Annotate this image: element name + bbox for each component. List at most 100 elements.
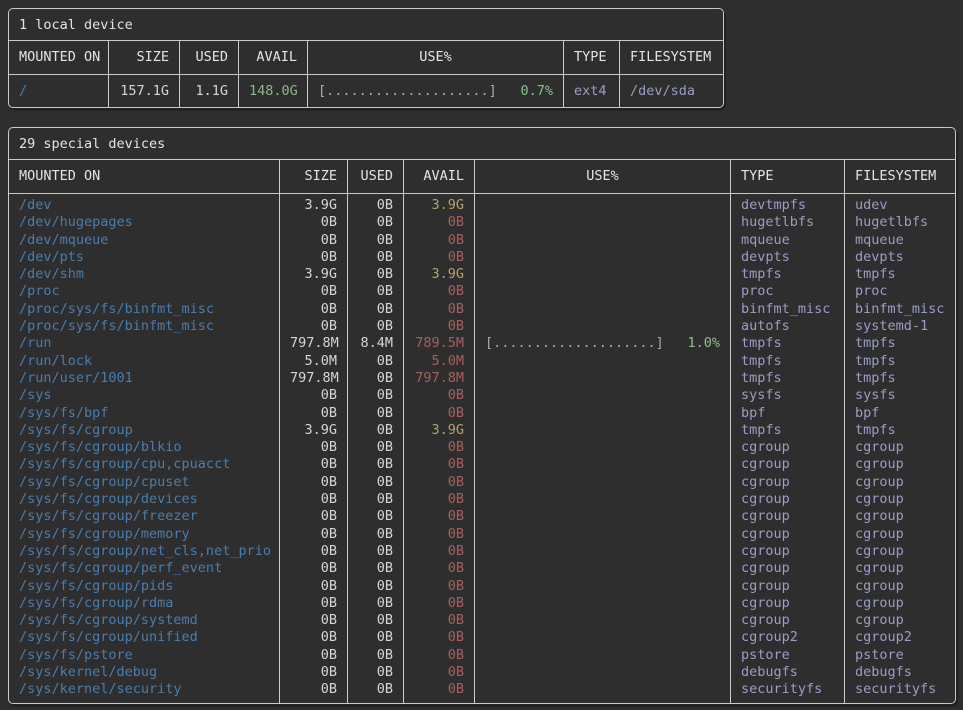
mounted-on-cell: /sys/fs/cgroup [9, 422, 280, 439]
column-header-filesystem: FILESYSTEM [620, 41, 723, 74]
type-cell: sysfs [731, 387, 845, 404]
mounted-on-cell: / [9, 75, 109, 107]
table-row: /dev/hugepages0B0B0Bhugetlbfshugetlbfs [9, 214, 955, 231]
table-row: /sys/fs/cgroup/unified0B0B0Bcgroup2cgrou… [9, 629, 955, 646]
type-cell: tmpfs [731, 370, 845, 387]
used-cell: 0B [348, 647, 404, 664]
table-title: 29 special devices [9, 128, 955, 160]
used-cell: 1.1G [180, 75, 239, 107]
table-row: /run797.8M8.4M789.5M[...................… [9, 335, 955, 352]
avail-cell: 0B [404, 543, 475, 560]
terminal-screen: 1 local device MOUNTED ONSIZEUSEDAVAILUS… [0, 0, 963, 710]
table-1-rows: /dev3.9G0B3.9Gdevtmpfsudev/dev/hugepages… [9, 194, 955, 703]
table-row: /dev/mqueue0B0B0Bmqueuemqueue [9, 232, 955, 249]
mounted-on-cell: /sys/fs/cgroup/net_cls,net_prio [9, 543, 280, 560]
use-percent-cell [475, 578, 731, 595]
table-row: /sys/fs/cgroup3.9G0B3.9Gtmpfstmpfs [9, 422, 955, 439]
mounted-on-cell: /sys/fs/cgroup/rdma [9, 595, 280, 612]
avail-cell: 797.8M [404, 370, 475, 387]
used-cell: 0B [348, 266, 404, 283]
avail-cell: 0B [404, 664, 475, 681]
used-cell: 0B [348, 629, 404, 646]
mounted-on-cell: /sys/kernel/debug [9, 664, 280, 681]
size-cell: 0B [280, 405, 348, 422]
avail-cell: 3.9G [404, 266, 475, 283]
mounted-on-cell: /sys/fs/cgroup/systemd [9, 612, 280, 629]
filesystem-cell: cgroup [845, 474, 955, 491]
mounted-on-cell: /sys/fs/cgroup/perf_event [9, 560, 280, 577]
avail-cell: 5.0M [404, 353, 475, 370]
table-title: 1 local device [9, 9, 723, 41]
use-percent-cell [475, 456, 731, 473]
table-0-rows: /157.1G1.1G148.0G[....................]0… [9, 75, 723, 107]
use-percent-cell [475, 249, 731, 266]
mounted-on-cell: /dev [9, 194, 280, 214]
used-cell: 8.4M [348, 335, 404, 352]
column-header-mounted-on: MOUNTED ON [9, 160, 280, 193]
filesystem-cell: proc [845, 283, 955, 300]
mounted-on-cell: /dev/pts [9, 249, 280, 266]
avail-cell: 0B [404, 578, 475, 595]
used-cell: 0B [348, 508, 404, 525]
use-percent-cell [475, 612, 731, 629]
used-cell: 0B [348, 405, 404, 422]
size-cell: 0B [280, 629, 348, 646]
column-header-use-: USE% [475, 160, 731, 193]
table-row: /sys/fs/cgroup/memory0B0B0Bcgroupcgroup [9, 526, 955, 543]
size-cell: 0B [280, 387, 348, 404]
size-cell: 0B [280, 491, 348, 508]
filesystem-cell: cgroup [845, 595, 955, 612]
table-row: /sys0B0B0Bsysfssysfs [9, 387, 955, 404]
used-cell: 0B [348, 664, 404, 681]
column-header-used: USED [180, 41, 239, 74]
use-percent-cell [475, 629, 731, 646]
table-row: /proc/sys/fs/binfmt_misc0B0B0Bautofssyst… [9, 318, 955, 335]
use-percent-cell [475, 387, 731, 404]
mounted-on-cell: /sys/fs/pstore [9, 647, 280, 664]
filesystem-cell: securityfs [845, 681, 955, 702]
column-header-use-: USE% [308, 41, 564, 74]
avail-cell: 0B [404, 560, 475, 577]
type-cell: cgroup2 [731, 629, 845, 646]
size-cell: 0B [280, 664, 348, 681]
mounted-on-cell: /sys [9, 387, 280, 404]
type-cell: debugfs [731, 664, 845, 681]
mounted-on-cell: /run/user/1001 [9, 370, 280, 387]
table-0-header: MOUNTED ONSIZEUSEDAVAILUSE%TYPEFILESYSTE… [9, 41, 723, 75]
size-cell: 0B [280, 508, 348, 525]
size-cell: 0B [280, 595, 348, 612]
mounted-on-cell: /dev/hugepages [9, 214, 280, 231]
column-header-type: TYPE [731, 160, 845, 193]
filesystem-cell: pstore [845, 647, 955, 664]
type-cell: ext4 [564, 75, 620, 107]
filesystem-cell: devpts [845, 249, 955, 266]
usage-percent: 0.7% [520, 75, 553, 107]
mounted-on-cell: /dev/shm [9, 266, 280, 283]
avail-cell: 0B [404, 508, 475, 525]
column-header-avail: AVAIL [404, 160, 475, 193]
use-percent-cell [475, 422, 731, 439]
used-cell: 0B [348, 232, 404, 249]
table-row: /sys/fs/cgroup/blkio0B0B0Bcgroupcgroup [9, 439, 955, 456]
table-row: /dev/pts0B0B0Bdevptsdevpts [9, 249, 955, 266]
table-row: /sys/fs/bpf0B0B0Bbpfbpf [9, 405, 955, 422]
filesystem-cell: debugfs [845, 664, 955, 681]
filesystem-cell: /dev/sda [620, 75, 723, 107]
use-percent-cell [475, 266, 731, 283]
table-row: /sys/fs/cgroup/freezer0B0B0Bcgroupcgroup [9, 508, 955, 525]
size-cell: 0B [280, 318, 348, 335]
use-percent-cell [475, 474, 731, 491]
used-cell: 0B [348, 612, 404, 629]
use-percent-cell [475, 301, 731, 318]
column-header-size: SIZE [280, 160, 348, 193]
use-percent-cell [475, 560, 731, 577]
used-cell: 0B [348, 526, 404, 543]
filesystem-cell: bpf [845, 405, 955, 422]
size-cell: 0B [280, 526, 348, 543]
table-row: /157.1G1.1G148.0G[....................]0… [9, 75, 723, 107]
type-cell: cgroup [731, 439, 845, 456]
size-cell: 0B [280, 249, 348, 266]
type-cell: cgroup [731, 526, 845, 543]
size-cell: 0B [280, 474, 348, 491]
avail-cell: 0B [404, 647, 475, 664]
